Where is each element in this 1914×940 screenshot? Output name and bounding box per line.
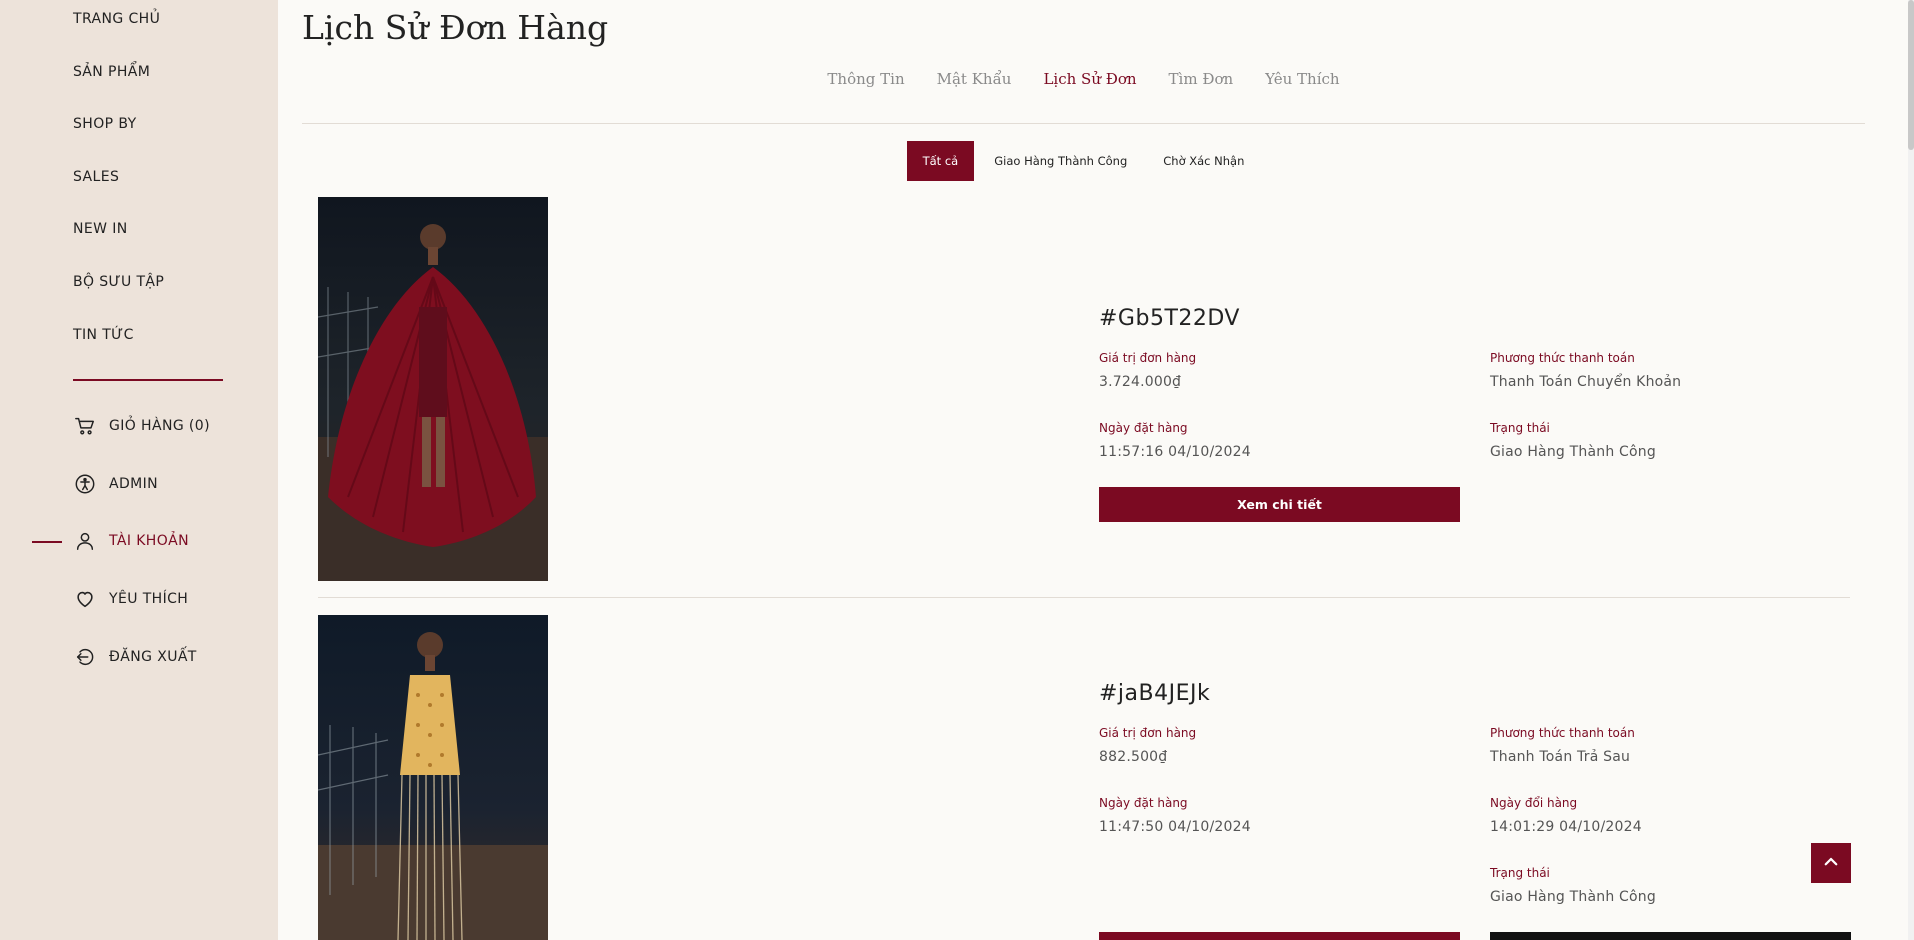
payment-method: Thanh Toán Chuyển Khoản — [1490, 374, 1682, 390]
cart-icon — [73, 414, 97, 438]
payment-method-label: Phương thức thanh toán — [1490, 351, 1635, 365]
nav-item-shop-by[interactable]: SHOP BY — [73, 116, 137, 132]
exchange-date: 14:01:29 04/10/2024 — [1490, 819, 1642, 835]
exchange-date-label: Ngày đổi hàng — [1490, 796, 1578, 810]
order-value: 3.724.000₫ — [1099, 374, 1182, 390]
secondary-action-button[interactable] — [1490, 932, 1851, 940]
order-date: 11:57:16 04/10/2024 — [1099, 444, 1251, 460]
filter-pending[interactable]: Chờ Xác Nhận — [1147, 141, 1260, 181]
scroll-to-top-button[interactable] — [1811, 843, 1851, 883]
order-id: #Gb5T22DV — [1099, 306, 1240, 331]
order-status-label: Trạng thái — [1490, 866, 1550, 880]
view-details-button[interactable]: Xem chi tiết — [1099, 487, 1460, 522]
order-product-image[interactable] — [318, 197, 548, 581]
payment-method-label: Phương thức thanh toán — [1490, 726, 1635, 740]
nav-item-products[interactable]: SẢN PHẨM — [73, 64, 150, 80]
admin-label: ADMIN — [109, 476, 159, 492]
account-tabs: Thông Tin Mật Khẩu Lịch Sử Đơn Tìm Đơn Y… — [302, 70, 1865, 92]
order-divider — [318, 597, 1850, 598]
wishlist-link[interactable]: YÊU THÍCH — [73, 587, 188, 611]
account-link[interactable]: TÀI KHOẢN — [73, 529, 189, 553]
order-product-image[interactable] — [318, 615, 548, 940]
nav-item-sales[interactable]: SALES — [73, 169, 119, 185]
scrollbar[interactable] — [1908, 0, 1914, 940]
logout-label: ĐĂNG XUẤT — [109, 649, 197, 665]
order-value-label: Giá trị đơn hàng — [1099, 351, 1197, 365]
order-value: 882.500₫ — [1099, 749, 1168, 765]
tabs-divider — [302, 123, 1865, 124]
cart-link[interactable]: GIỎ HÀNG (0) — [73, 414, 210, 438]
order-date: 11:47:50 04/10/2024 — [1099, 819, 1251, 835]
filter-all[interactable]: Tất cả — [906, 141, 975, 181]
accessibility-icon — [73, 472, 97, 496]
chevron-up-icon — [1822, 853, 1840, 874]
sidebar-divider — [73, 379, 223, 381]
cart-label: GIỎ HÀNG (0) — [109, 418, 210, 434]
order-status: Giao Hàng Thành Công — [1490, 444, 1656, 460]
sidebar: TRANG CHỦ SẢN PHẨM SHOP BY SALES NEW IN … — [0, 0, 278, 940]
view-details-button[interactable] — [1099, 932, 1460, 940]
logout-link[interactable]: ĐĂNG XUẤT — [73, 645, 197, 669]
order-id: #jaB4JEJk — [1099, 681, 1211, 706]
order-value-label: Giá trị đơn hàng — [1099, 726, 1197, 740]
tab-find-order[interactable]: Tìm Đơn — [1169, 70, 1234, 92]
heart-icon — [73, 587, 97, 611]
payment-method: Thanh Toán Trả Sau — [1490, 749, 1631, 765]
account-label: TÀI KHOẢN — [109, 533, 189, 549]
admin-link[interactable]: ADMIN — [73, 472, 158, 496]
order-date-label: Ngày đặt hàng — [1099, 421, 1188, 435]
tab-favorites[interactable]: Yêu Thích — [1265, 70, 1339, 92]
user-icon — [73, 529, 97, 553]
tab-password[interactable]: Mật Khẩu — [937, 70, 1012, 92]
filter-delivered[interactable]: Giao Hàng Thành Công — [978, 141, 1143, 181]
tab-order-history[interactable]: Lịch Sử Đơn — [1043, 70, 1136, 92]
active-indicator — [32, 541, 62, 543]
nav-item-home[interactable]: TRANG CHỦ — [73, 11, 160, 27]
nav-item-news[interactable]: TIN TỨC — [73, 327, 134, 343]
nav-item-new-in[interactable]: NEW IN — [73, 221, 128, 237]
order-status: Giao Hàng Thành Công — [1490, 889, 1656, 905]
order-date-label: Ngày đặt hàng — [1099, 796, 1188, 810]
scrollbar-thumb[interactable] — [1908, 0, 1914, 150]
tab-info[interactable]: Thông Tin — [827, 70, 904, 92]
nav-item-collections[interactable]: BỘ SƯU TẬP — [73, 274, 164, 290]
page-title: Lịch Sử Đơn Hàng — [302, 8, 609, 47]
wishlist-label: YÊU THÍCH — [109, 591, 189, 607]
order-status-label: Trạng thái — [1490, 421, 1550, 435]
order-filters: Tất cả Giao Hàng Thành Công Chờ Xác Nhận — [302, 141, 1865, 181]
logout-icon — [73, 645, 97, 669]
